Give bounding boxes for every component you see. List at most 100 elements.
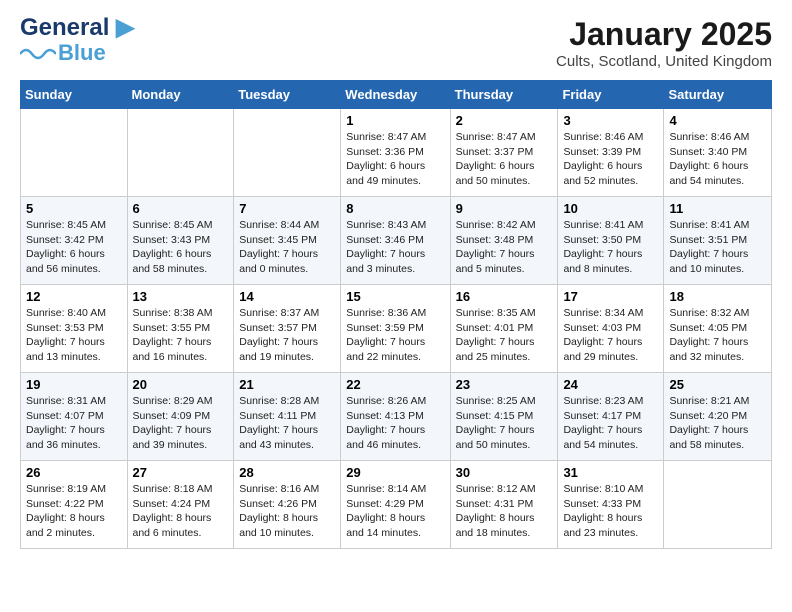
- calendar-cell: 27 Sunrise: 8:18 AM Sunset: 4:24 PM Dayli…: [127, 461, 234, 549]
- calendar-cell: 31 Sunrise: 8:10 AM Sunset: 4:33 PM Dayli…: [558, 461, 664, 549]
- day-info: Sunrise: 8:16 AM Sunset: 4:26 PM Dayligh…: [239, 482, 335, 541]
- calendar-cell: [234, 109, 341, 197]
- week-row-2: 5 Sunrise: 8:45 AM Sunset: 3:42 PM Daylig…: [21, 197, 772, 285]
- col-sunday: Sunday: [21, 81, 128, 109]
- day-info: Sunrise: 8:46 AM Sunset: 3:40 PM Dayligh…: [669, 130, 766, 189]
- day-number: 6: [133, 201, 229, 216]
- day-number: 16: [456, 289, 553, 304]
- logo-text: General ▶: [20, 16, 135, 40]
- day-number: 25: [669, 377, 766, 392]
- day-info: Sunrise: 8:21 AM Sunset: 4:20 PM Dayligh…: [669, 394, 766, 453]
- day-info: Sunrise: 8:18 AM Sunset: 4:24 PM Dayligh…: [133, 482, 229, 541]
- calendar-cell: 24Sunrise: 8:23 AM Sunset: 4:17 PM Dayli…: [558, 373, 664, 461]
- day-info: Sunrise: 8:46 AM Sunset: 3:39 PM Dayligh…: [563, 130, 658, 189]
- day-number: 12: [26, 289, 122, 304]
- calendar-cell: 12 Sunrise: 8:40 AM Sunset: 3:53 PM Dayli…: [21, 285, 128, 373]
- calendar-cell: 26 Sunrise: 8:19 AM Sunset: 4:22 PM Dayli…: [21, 461, 128, 549]
- day-info: Sunrise: 8:32 AM Sunset: 4:05 PM Dayligh…: [669, 306, 766, 365]
- calendar-cell: 17 Sunrise: 8:34 AM Sunset: 4:03 PM Dayli…: [558, 285, 664, 373]
- day-number: 17: [563, 289, 658, 304]
- day-number: 8: [346, 201, 444, 216]
- day-info: Sunrise: 8:34 AM Sunset: 4:03 PM Dayligh…: [563, 306, 658, 365]
- day-info: Sunrise: 8:41 AM Sunset: 3:51 PM Dayligh…: [669, 218, 766, 277]
- calendar-table: Sunday Monday Tuesday Wednesday Thursday…: [20, 80, 772, 549]
- day-info: Sunrise: 8:29 AM Sunset: 4:09 PM Dayligh…: [133, 394, 229, 453]
- calendar-cell: 6 Sunrise: 8:45 AM Sunset: 3:43 PM Daylig…: [127, 197, 234, 285]
- title-block: January 2025 Cults, Scotland, United Kin…: [556, 16, 772, 70]
- day-info: Sunrise: 8:19 AM Sunset: 4:22 PM Dayligh…: [26, 482, 122, 541]
- logo-wave-icon: [20, 44, 56, 62]
- col-thursday: Thursday: [450, 81, 558, 109]
- col-tuesday: Tuesday: [234, 81, 341, 109]
- day-info: Sunrise: 8:44 AM Sunset: 3:45 PM Dayligh…: [239, 218, 335, 277]
- calendar-cell: 3 Sunrise: 8:46 AM Sunset: 3:39 PM Daylig…: [558, 109, 664, 197]
- calendar-cell: 29 Sunrise: 8:14 AM Sunset: 4:29 PM Dayli…: [341, 461, 450, 549]
- day-number: 10: [563, 201, 658, 216]
- day-number: 3: [563, 113, 658, 128]
- calendar-cell: 14 Sunrise: 8:37 AM Sunset: 3:57 PM Dayli…: [234, 285, 341, 373]
- calendar-cell: 15 Sunrise: 8:36 AM Sunset: 3:59 PM Dayli…: [341, 285, 450, 373]
- calendar-cell: 13Sunrise: 8:38 AM Sunset: 3:55 PM Dayli…: [127, 285, 234, 373]
- day-info: Sunrise: 8:36 AM Sunset: 3:59 PM Dayligh…: [346, 306, 444, 365]
- calendar-cell: 1Sunrise: 8:47 AM Sunset: 3:36 PM Daylig…: [341, 109, 450, 197]
- calendar-title: January 2025: [556, 16, 772, 53]
- day-number: 20: [133, 377, 229, 392]
- calendar-cell: 5 Sunrise: 8:45 AM Sunset: 3:42 PM Daylig…: [21, 197, 128, 285]
- day-info: Sunrise: 8:31 AM Sunset: 4:07 PM Dayligh…: [26, 394, 122, 453]
- calendar-cell: 19Sunrise: 8:31 AM Sunset: 4:07 PM Dayli…: [21, 373, 128, 461]
- calendar-cell: 2Sunrise: 8:47 AM Sunset: 3:37 PM Daylig…: [450, 109, 558, 197]
- day-info: Sunrise: 8:26 AM Sunset: 4:13 PM Dayligh…: [346, 394, 444, 453]
- calendar-cell: 11 Sunrise: 8:41 AM Sunset: 3:51 PM Dayli…: [664, 197, 772, 285]
- day-number: 15: [346, 289, 444, 304]
- day-number: 14: [239, 289, 335, 304]
- day-info: Sunrise: 8:35 AM Sunset: 4:01 PM Dayligh…: [456, 306, 553, 365]
- day-number: 31: [563, 465, 658, 480]
- header: General ▶ Blue January 2025 Cults, Scotl…: [20, 16, 772, 70]
- page: General ▶ Blue January 2025 Cults, Scotl…: [0, 0, 792, 565]
- day-number: 11: [669, 201, 766, 216]
- day-info: Sunrise: 8:41 AM Sunset: 3:50 PM Dayligh…: [563, 218, 658, 277]
- day-number: 28: [239, 465, 335, 480]
- calendar-cell: 22Sunrise: 8:26 AM Sunset: 4:13 PM Dayli…: [341, 373, 450, 461]
- day-number: 30: [456, 465, 553, 480]
- calendar-cell: 28 Sunrise: 8:16 AM Sunset: 4:26 PM Dayli…: [234, 461, 341, 549]
- day-info: Sunrise: 8:47 AM Sunset: 3:37 PM Dayligh…: [456, 130, 553, 189]
- calendar-cell: 4 Sunrise: 8:46 AM Sunset: 3:40 PM Daylig…: [664, 109, 772, 197]
- col-wednesday: Wednesday: [341, 81, 450, 109]
- calendar-cell: [127, 109, 234, 197]
- day-number: 7: [239, 201, 335, 216]
- day-number: 5: [26, 201, 122, 216]
- calendar-cell: [21, 109, 128, 197]
- day-info: Sunrise: 8:40 AM Sunset: 3:53 PM Dayligh…: [26, 306, 122, 365]
- day-number: 27: [133, 465, 229, 480]
- day-info: Sunrise: 8:10 AM Sunset: 4:33 PM Dayligh…: [563, 482, 658, 541]
- day-info: Sunrise: 8:45 AM Sunset: 3:42 PM Dayligh…: [26, 218, 122, 277]
- day-number: 13: [133, 289, 229, 304]
- calendar-cell: 18Sunrise: 8:32 AM Sunset: 4:05 PM Dayli…: [664, 285, 772, 373]
- calendar-cell: 16 Sunrise: 8:35 AM Sunset: 4:01 PM Dayli…: [450, 285, 558, 373]
- calendar-cell: 21Sunrise: 8:28 AM Sunset: 4:11 PM Dayli…: [234, 373, 341, 461]
- day-info: Sunrise: 8:25 AM Sunset: 4:15 PM Dayligh…: [456, 394, 553, 453]
- day-info: Sunrise: 8:14 AM Sunset: 4:29 PM Dayligh…: [346, 482, 444, 541]
- week-row-1: 1Sunrise: 8:47 AM Sunset: 3:36 PM Daylig…: [21, 109, 772, 197]
- day-info: Sunrise: 8:45 AM Sunset: 3:43 PM Dayligh…: [133, 218, 229, 277]
- day-number: 4: [669, 113, 766, 128]
- col-friday: Friday: [558, 81, 664, 109]
- calendar-cell: 9Sunrise: 8:42 AM Sunset: 3:48 PM Daylig…: [450, 197, 558, 285]
- col-saturday: Saturday: [664, 81, 772, 109]
- calendar-cell: 30Sunrise: 8:12 AM Sunset: 4:31 PM Dayli…: [450, 461, 558, 549]
- week-row-5: 26 Sunrise: 8:19 AM Sunset: 4:22 PM Dayli…: [21, 461, 772, 549]
- calendar-cell: 25 Sunrise: 8:21 AM Sunset: 4:20 PM Dayli…: [664, 373, 772, 461]
- day-info: Sunrise: 8:28 AM Sunset: 4:11 PM Dayligh…: [239, 394, 335, 453]
- day-number: 9: [456, 201, 553, 216]
- calendar-cell: 23Sunrise: 8:25 AM Sunset: 4:15 PM Dayli…: [450, 373, 558, 461]
- logo: General ▶ Blue: [20, 16, 135, 66]
- day-info: Sunrise: 8:37 AM Sunset: 3:57 PM Dayligh…: [239, 306, 335, 365]
- col-monday: Monday: [127, 81, 234, 109]
- day-number: 29: [346, 465, 444, 480]
- day-number: 26: [26, 465, 122, 480]
- calendar-subtitle: Cults, Scotland, United Kingdom: [556, 53, 772, 70]
- calendar-cell: 8Sunrise: 8:43 AM Sunset: 3:46 PM Daylig…: [341, 197, 450, 285]
- day-info: Sunrise: 8:23 AM Sunset: 4:17 PM Dayligh…: [563, 394, 658, 453]
- calendar-cell: 20 Sunrise: 8:29 AM Sunset: 4:09 PM Dayli…: [127, 373, 234, 461]
